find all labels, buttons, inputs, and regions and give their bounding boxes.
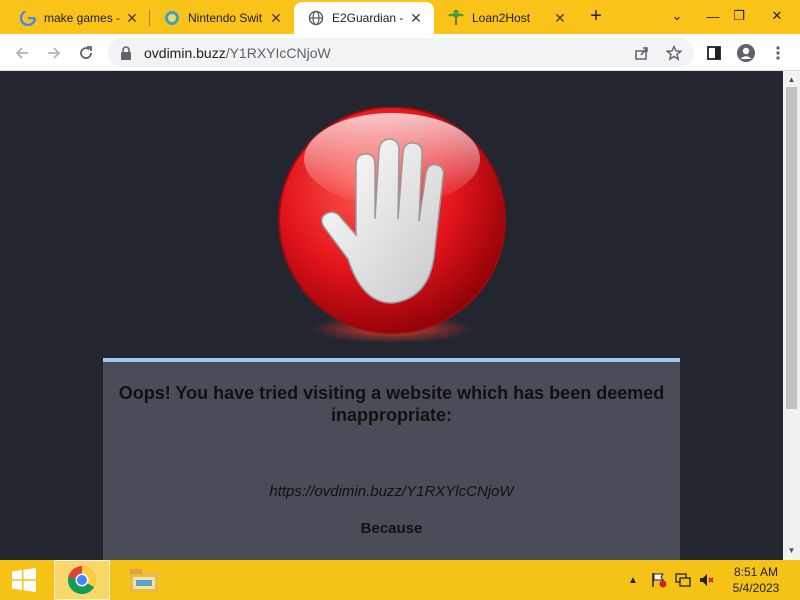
- file-explorer-icon[interactable]: [116, 560, 172, 600]
- share-icon[interactable]: [628, 39, 656, 67]
- tab-close-icon[interactable]: ✕: [408, 10, 424, 26]
- chrome-icon[interactable]: [54, 560, 110, 600]
- restore-icon[interactable]: ❐: [724, 4, 754, 28]
- new-tab-button[interactable]: +: [584, 6, 608, 28]
- page-content: Oops! You have tried visiting a website …: [0, 71, 783, 560]
- tab-make-games[interactable]: make games - ✕: [6, 2, 150, 34]
- tab-title: make games -: [44, 11, 121, 25]
- tab-e2guardian[interactable]: E2Guardian - ✕: [294, 2, 434, 34]
- volume-muted-icon[interactable]: [698, 572, 716, 588]
- palm-tree-icon: [448, 10, 464, 26]
- tab-close-icon[interactable]: ✕: [552, 10, 568, 26]
- reload-icon[interactable]: [72, 39, 100, 67]
- clock-date: 5/4/2023: [732, 581, 780, 595]
- taskbar-clock[interactable]: 8:51 AM 5/4/2023: [725, 564, 787, 596]
- browser-toolbar: ovdimin.buzz/Y1RXYIcCNjoW: [0, 34, 800, 71]
- action-center-flag-icon[interactable]: [650, 572, 668, 588]
- address-url: ovdimin.buzz/Y1RXYIcCNjoW: [144, 45, 331, 61]
- profile-avatar-icon[interactable]: [732, 39, 760, 67]
- network-icon[interactable]: [674, 572, 692, 588]
- blocked-url: https://ovdimin.buzz/Y1RXYlcCNjoW: [269, 483, 514, 500]
- block-message-panel: Oops! You have tried visiting a website …: [103, 358, 680, 560]
- scroll-up-arrow-icon[interactable]: ▲: [783, 73, 800, 87]
- bookmark-star-icon[interactable]: [660, 39, 688, 67]
- windows-taskbar: ▲ 8:51 AM 5/4/2023: [0, 560, 800, 600]
- windows-start-icon[interactable]: [0, 560, 48, 600]
- tab-close-icon[interactable]: ✕: [268, 10, 284, 26]
- menu-kebab-icon[interactable]: [764, 39, 792, 67]
- tab-strip: make games - ✕ Nintendo Swit ✕ E2Guardia…: [0, 0, 800, 34]
- tab-title: Nintendo Swit: [188, 11, 263, 25]
- show-hidden-icons-chevron-icon[interactable]: ▲: [624, 572, 642, 588]
- tab-search-chevron-icon[interactable]: ⌄: [662, 4, 692, 28]
- google-g-icon: [20, 10, 36, 26]
- tab-title: Loan2Host: [472, 11, 531, 25]
- stop-hand-icon: [276, 106, 508, 347]
- tab-close-icon[interactable]: ✕: [124, 10, 140, 26]
- tab-nintendo-switch[interactable]: Nintendo Swit ✕: [150, 2, 294, 34]
- side-panel-icon[interactable]: [700, 39, 728, 67]
- tab-title: E2Guardian -: [332, 11, 404, 25]
- nintendo-icon: [164, 10, 180, 26]
- scroll-down-arrow-icon[interactable]: ▼: [783, 544, 800, 558]
- scroll-thumb[interactable]: [786, 87, 797, 409]
- close-window-icon[interactable]: ✕: [762, 4, 792, 28]
- vertical-scrollbar[interactable]: ▲ ▼: [783, 71, 800, 560]
- url-domain: ovdimin.buzz: [144, 44, 226, 61]
- forward-arrow-icon[interactable]: [40, 39, 68, 67]
- because-label: Because: [360, 520, 423, 537]
- globe-icon: [308, 10, 324, 26]
- clock-time: 8:51 AM: [733, 565, 779, 579]
- tab-loan2host[interactable]: Loan2Host ✕: [434, 2, 578, 34]
- url-path: /Y1RXYIcCNjoW: [225, 44, 331, 61]
- block-headline: Oops! You have tried visiting a website …: [118, 383, 665, 425]
- lock-icon[interactable]: [120, 45, 136, 60]
- back-arrow-icon[interactable]: [8, 39, 36, 67]
- address-bar[interactable]: ovdimin.buzz/Y1RXYIcCNjoW: [108, 38, 694, 67]
